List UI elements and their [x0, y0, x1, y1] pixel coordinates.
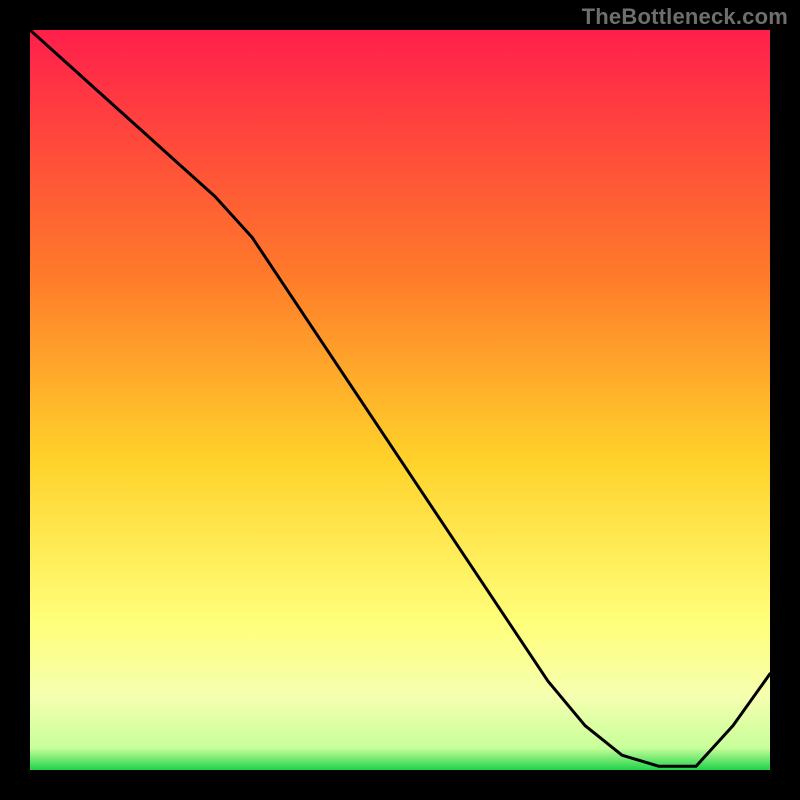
chart-stage: TheBottleneck.com — [0, 0, 800, 800]
attribution-text: TheBottleneck.com — [582, 4, 788, 30]
plot-area — [30, 30, 770, 770]
plot-svg — [30, 30, 770, 770]
gradient-background — [30, 30, 770, 770]
